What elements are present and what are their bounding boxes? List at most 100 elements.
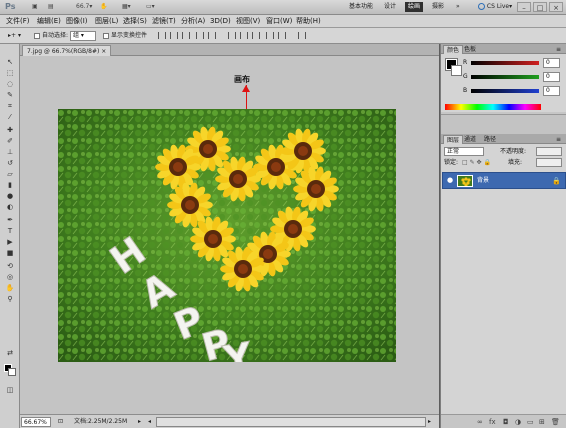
horizontal-scrollbar[interactable] (156, 417, 426, 427)
healing-brush-tool-icon[interactable]: ✚ (4, 126, 16, 135)
layers-panel-menu-icon[interactable]: ≡ (553, 135, 564, 144)
zoom-field[interactable]: 66.67% (21, 417, 51, 427)
workspace-essentials[interactable]: 基本功能 (349, 2, 373, 12)
distribute-center-icon[interactable] (240, 32, 248, 39)
blue-slider[interactable] (471, 89, 539, 93)
document-tab[interactable]: 7.jpg @ 66.7%(RGB/8#) × (22, 45, 112, 56)
shape-tool-icon[interactable]: ■ (4, 249, 16, 258)
distribute-hcenter-icon[interactable] (278, 32, 286, 39)
arrange-documents-icon[interactable]: ▦▾ (122, 2, 131, 12)
menu-file[interactable]: 文件(F) (6, 16, 30, 27)
distribute-top-icon[interactable] (228, 32, 236, 39)
auto-select-dropdown[interactable]: 组 ▾ (70, 31, 96, 41)
quick-mask-icon[interactable]: ◫ (4, 386, 16, 395)
menu-3d[interactable]: 3D(D) (210, 16, 231, 27)
mini-bridge-icon[interactable]: ▤ (48, 2, 54, 12)
lasso-tool-icon[interactable]: ◌ (4, 80, 16, 89)
close-button[interactable]: × (549, 2, 563, 12)
screen-mode-icon[interactable]: ▭▾ (146, 2, 155, 12)
pen-tool-icon[interactable]: ✒ (4, 216, 16, 225)
clone-stamp-tool-icon[interactable]: ⊥ (4, 148, 16, 157)
tab-color[interactable]: 颜色 (443, 45, 464, 54)
zoom-tool-icon[interactable]: ⚲ (4, 295, 16, 304)
menu-layer[interactable]: 图层(L) (95, 16, 118, 27)
path-selection-tool-icon[interactable]: ▶ (4, 238, 16, 247)
layer-row-background[interactable]: ● 背景 🔒 (442, 172, 566, 189)
auto-align-layers-icon[interactable] (298, 32, 306, 39)
workspace-photography[interactable]: 摄影 (432, 2, 444, 12)
link-layers-icon[interactable]: ∞ (477, 417, 483, 427)
scroll-right-button[interactable]: ▸ (428, 417, 431, 427)
red-slider[interactable] (471, 61, 539, 65)
menu-window[interactable]: 窗口(W) (266, 16, 292, 27)
marquee-tool-icon[interactable]: ⬚ (4, 69, 16, 78)
delete-layer-icon[interactable]: 🗑 (551, 417, 560, 427)
color-panel-background-swatch[interactable] (451, 65, 462, 76)
eyedropper-tool-icon[interactable]: ⁄ (4, 113, 16, 122)
3d-rotate-tool-icon[interactable]: ⟲ (4, 262, 16, 271)
adjustment-layer-icon[interactable]: ◑ (515, 417, 521, 427)
hand-tool-icon[interactable]: ✋ (100, 2, 107, 12)
green-value-input[interactable]: 0 (543, 72, 560, 82)
menu-help[interactable]: 帮助(H) (296, 16, 321, 27)
bridge-icon[interactable]: ▣ (32, 2, 38, 12)
dodge-tool-icon[interactable]: ◐ (4, 203, 16, 212)
auto-select-checkbox[interactable]: 自动选择: (34, 31, 68, 41)
history-brush-tool-icon[interactable]: ↺ (4, 159, 16, 168)
show-transform-controls-checkbox[interactable]: 显示变换控件 (103, 31, 147, 41)
workspace-design[interactable]: 设计 (384, 2, 396, 12)
blend-mode-dropdown[interactable]: 正常 (444, 147, 484, 156)
menu-image[interactable]: 图像(I) (66, 16, 88, 27)
3d-orbit-tool-icon[interactable]: ◎ (4, 273, 16, 282)
blur-tool-icon[interactable]: ● (4, 192, 16, 201)
gradient-tool-icon[interactable]: ▮ (4, 181, 16, 190)
maximize-button[interactable]: □ (533, 2, 547, 12)
menu-edit[interactable]: 编辑(E) (37, 16, 61, 27)
tab-paths[interactable]: 路径 (481, 135, 499, 144)
layer-style-icon[interactable]: fx (489, 417, 496, 427)
crop-tool-icon[interactable]: ⌗ (4, 102, 16, 111)
workspace-painting[interactable]: 绘画 (405, 2, 424, 12)
status-icon[interactable]: ⊡ (58, 417, 63, 427)
move-tool-preset-icon[interactable]: ▸+ ▾ (8, 31, 21, 41)
blue-value-input[interactable]: 0 (543, 86, 560, 96)
background-color-swatch[interactable] (8, 368, 16, 376)
layer-mask-icon[interactable]: ◘ (503, 417, 509, 427)
tab-swatches[interactable]: 色板 (461, 45, 479, 54)
workspace-more-button[interactable]: » (456, 2, 460, 12)
hand-tool-icon[interactable]: ✋ (4, 284, 16, 293)
brush-tool-icon[interactable]: ✐ (4, 137, 16, 146)
cs-live-button[interactable]: CS Live▾ (478, 2, 512, 12)
new-group-icon[interactable]: ▭ (527, 417, 534, 427)
new-layer-icon[interactable]: ⊞ (539, 417, 545, 427)
menu-view[interactable]: 视图(V) (236, 16, 260, 27)
move-tool-icon[interactable]: ↖ (4, 58, 16, 67)
fill-input[interactable] (536, 158, 562, 167)
menu-analysis[interactable]: 分析(A) (181, 16, 205, 27)
swap-colors-icon[interactable]: ⇄ (4, 349, 16, 358)
type-tool-icon[interactable]: T (4, 227, 16, 236)
tab-channels[interactable]: 通道 (461, 135, 479, 144)
zoom-level-toolbar[interactable]: 66.7▾ (76, 2, 92, 12)
layer-visibility-eye-icon[interactable]: ● (446, 176, 454, 185)
quick-select-tool-icon[interactable]: ✎ (4, 91, 16, 100)
tab-layers[interactable]: 图层 (443, 135, 464, 144)
align-left-icon[interactable] (196, 32, 204, 39)
opacity-input[interactable] (536, 147, 562, 156)
eraser-tool-icon[interactable]: ▱ (4, 170, 16, 179)
minimize-button[interactable]: – (517, 2, 531, 12)
panel-menu-icon[interactable]: ≡ (553, 45, 564, 54)
menu-select[interactable]: 选择(S) (123, 16, 147, 27)
distribute-left-icon[interactable] (266, 32, 274, 39)
scroll-left-button[interactable]: ◂ (148, 417, 151, 427)
distribute-bottom-icon[interactable] (252, 32, 260, 39)
red-value-input[interactable]: 0 (543, 58, 560, 68)
align-bottom-icon[interactable] (182, 32, 190, 39)
green-slider[interactable] (471, 75, 539, 79)
lock-icons[interactable]: □ ✎ ✥ 🔒 (462, 158, 491, 167)
align-horizontal-center-icon[interactable] (208, 32, 216, 39)
status-menu-arrow[interactable]: ▸ (138, 417, 141, 427)
color-spectrum-bar[interactable] (445, 104, 541, 110)
align-vertical-center-icon[interactable] (170, 32, 178, 39)
align-top-icon[interactable] (158, 32, 166, 39)
